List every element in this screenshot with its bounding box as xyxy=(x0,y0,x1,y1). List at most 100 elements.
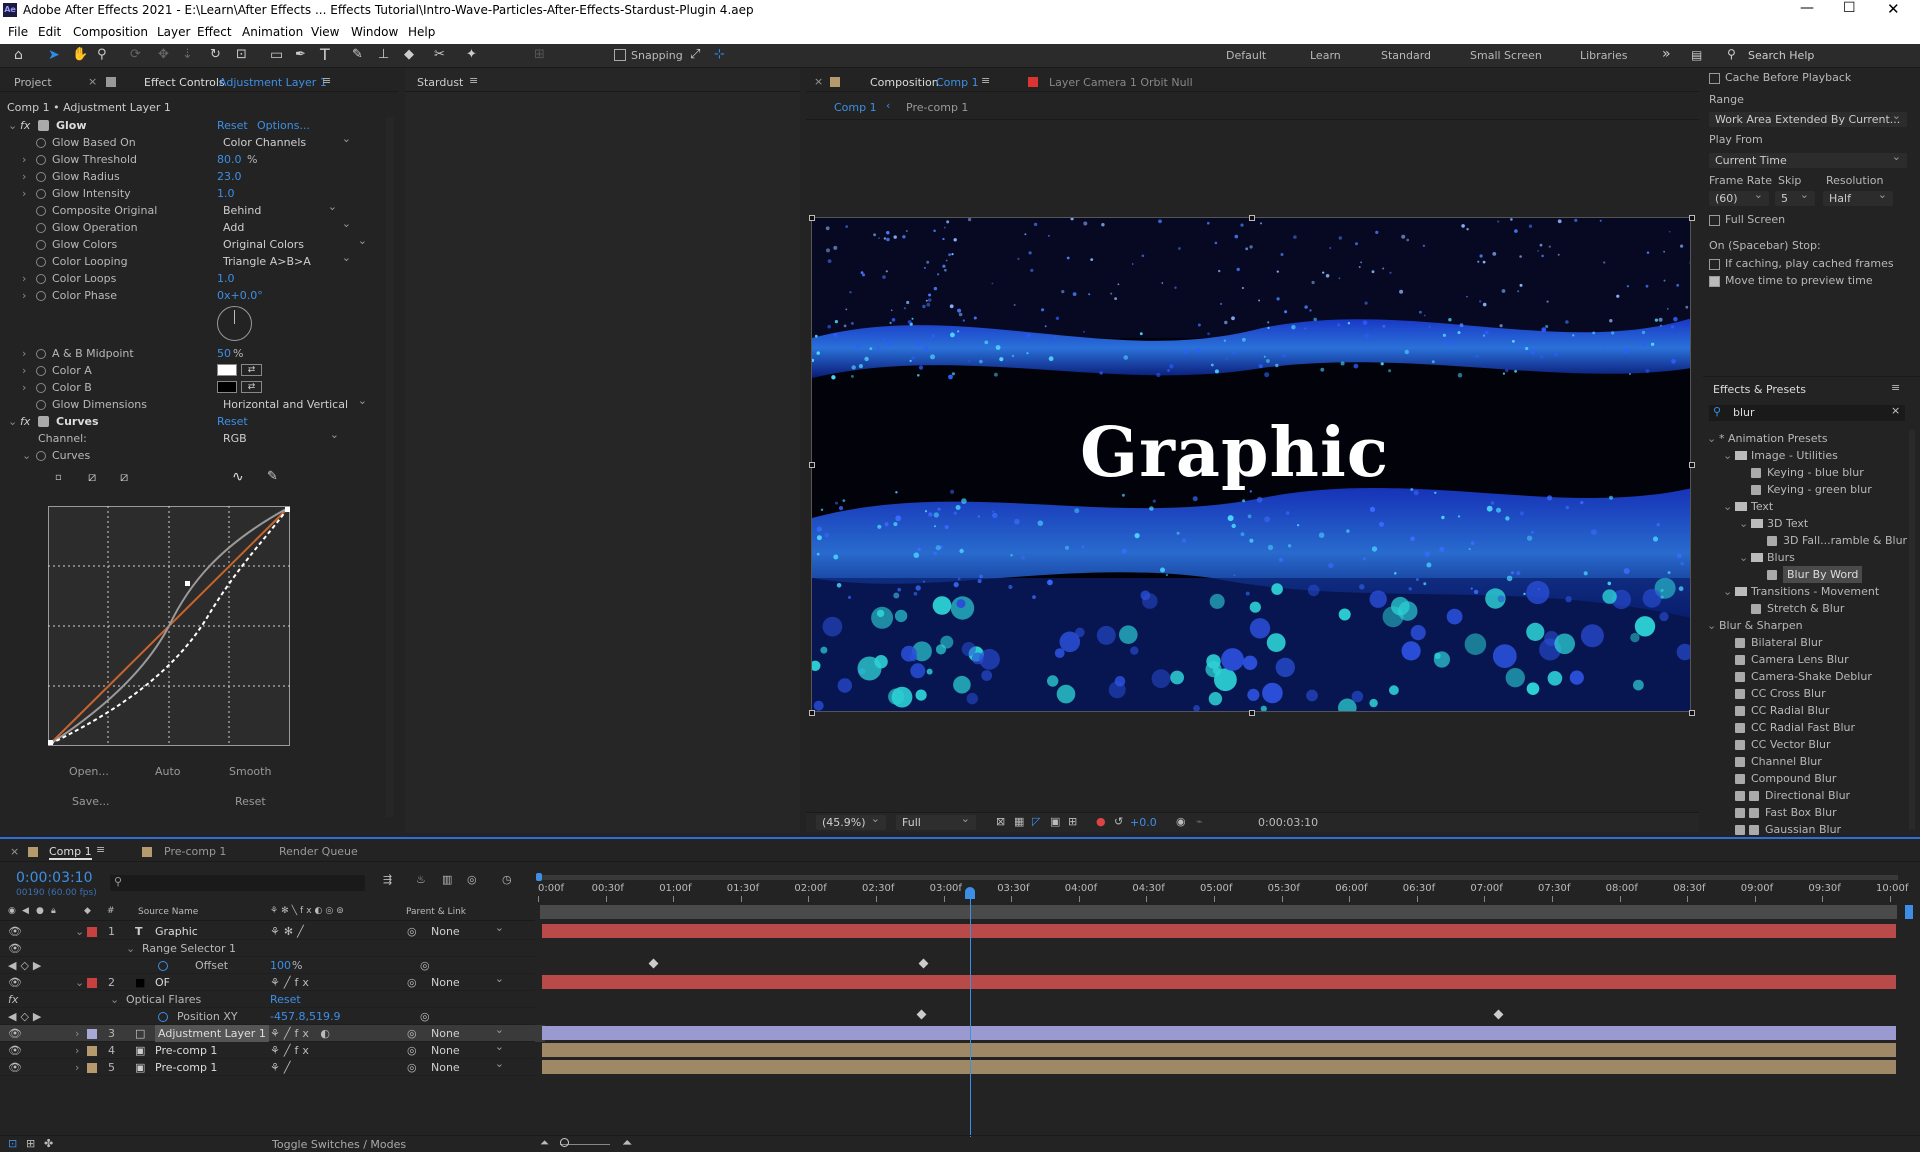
expand-icon[interactable]: ⌄ xyxy=(1739,549,1748,566)
orbit-tool-icon[interactable]: ⟳ xyxy=(130,47,141,62)
rotate-tool-icon[interactable]: ↻ xyxy=(210,47,221,62)
in-out-icon[interactable]: ✤ xyxy=(44,1137,53,1150)
cache-before-playback[interactable]: Cache Before Playback xyxy=(1709,69,1851,86)
effects-tree-item[interactable]: ⌄ Blurs xyxy=(1703,549,1908,566)
parent-link-header[interactable]: Parent & Link xyxy=(406,907,466,917)
pickwhip-icon[interactable]: ◎ xyxy=(407,1025,417,1042)
effect-property-row[interactable]: Composite Original Behind xyxy=(0,199,398,219)
close-icon[interactable]: × xyxy=(88,75,97,88)
glow-reset-button[interactable]: Reset xyxy=(217,117,248,134)
property-row[interactable]: ◀◇▶ Position XY -457.8,519.9 ◎ xyxy=(0,1008,545,1025)
curves-auto-button[interactable]: Auto xyxy=(155,765,181,778)
close-icon[interactable]: ✕ xyxy=(1887,0,1900,18)
label-color-swatch[interactable] xyxy=(87,978,97,988)
effect-property-row[interactable]: › Color B ⇄ xyxy=(0,379,398,396)
menu-composition[interactable]: Composition xyxy=(73,25,148,39)
property-dropdown[interactable]: Behind xyxy=(217,199,343,218)
collapse-icon[interactable]: ⌄ xyxy=(8,117,17,134)
time-ruler[interactable]: 0:00f 00:30f 01:00f 01:30f 02:00f 02:30f 03:00… xyxy=(538,883,1908,903)
move-time-option[interactable]: Move time to preview time xyxy=(1709,272,1873,289)
expand-icon[interactable]: › xyxy=(75,1025,79,1042)
frame-blending-icon[interactable]: ◎ xyxy=(467,873,477,886)
property-dropdown[interactable]: Triangle A>B>A xyxy=(217,250,357,269)
visibility-eye-icon[interactable]: 👁︎ xyxy=(8,974,22,991)
effects-tree-item[interactable]: Blur By Word xyxy=(1703,566,1908,583)
layer-row[interactable]: 👁︎ › 3 □ Adjustment Layer 1 ⚘╱fx ◐ ◎ None xyxy=(0,1022,545,1042)
snapshot-icon[interactable]: ⊠ xyxy=(996,815,1005,828)
checkbox[interactable] xyxy=(1709,258,1720,270)
stopwatch-icon[interactable] xyxy=(36,189,46,199)
clear-search-icon[interactable]: × xyxy=(1891,404,1900,417)
transform-handle[interactable] xyxy=(1689,710,1695,716)
fx-icon[interactable]: fx xyxy=(20,413,30,430)
tab-composition-comp[interactable]: Comp 1 xyxy=(936,76,979,89)
effects-tree-item[interactable]: Channel Blur xyxy=(1703,753,1908,770)
video-toggle-icon[interactable]: ◉ xyxy=(8,906,16,916)
grid-guides-icon[interactable]: ⊞ xyxy=(1068,815,1077,828)
current-time-display[interactable]: 0:00:03:10 xyxy=(1258,816,1318,829)
layer-switches-icon[interactable]: ⊡ xyxy=(8,1137,17,1150)
curve-pencil-icon[interactable]: ✎ xyxy=(267,469,278,484)
keyframe-marker[interactable] xyxy=(916,1009,927,1020)
effects-tree-item[interactable]: Directional Blur xyxy=(1703,787,1908,804)
anchor-tool-icon[interactable]: ⊡ xyxy=(236,47,247,62)
zoom-in-icon[interactable]: ⏶ xyxy=(622,1136,632,1151)
curve-bezier-icon[interactable]: ∿ xyxy=(232,469,244,485)
roto-tool-icon[interactable]: ✂ xyxy=(434,47,445,62)
visibility-eye-icon[interactable]: 👁︎ xyxy=(8,1042,22,1059)
pickwhip-icon[interactable]: ◎ xyxy=(407,923,417,940)
panel-toggle-icon[interactable]: ▤ xyxy=(1691,48,1702,62)
source-name-header[interactable]: Source Name xyxy=(138,907,198,917)
comp-mini-flowchart-icon[interactable]: ⇶ xyxy=(383,873,392,886)
motion-blur-icon[interactable]: ◷ xyxy=(502,873,512,886)
property-dropdown[interactable]: Horizontal and Vertical xyxy=(217,393,373,412)
menu-effect[interactable]: Effect xyxy=(197,25,232,39)
stopwatch-icon[interactable] xyxy=(36,274,46,284)
effects-tree-item[interactable]: Fast Box Blur xyxy=(1703,804,1908,821)
ep-search-field[interactable]: ⚲ blur × xyxy=(1709,404,1905,421)
stopwatch-icon[interactable] xyxy=(36,206,46,216)
lock-toggle-icon[interactable]: 🔒︎ xyxy=(51,906,56,916)
home-icon[interactable]: ⌂ xyxy=(14,47,23,63)
effects-tree-item[interactable]: ⌄ Blur & Sharpen xyxy=(1703,617,1908,634)
fx-icon[interactable]: fx xyxy=(20,117,30,134)
effects-tree-item[interactable]: Bilateral Blur xyxy=(1703,634,1908,651)
breadcrumb-precomp[interactable]: Pre-comp 1 xyxy=(906,101,968,114)
effects-tree-item[interactable]: ⌄ Image - Utilities xyxy=(1703,447,1908,464)
color-phase-dial[interactable] xyxy=(217,306,252,341)
draft-3d-icon[interactable]: ♨ xyxy=(416,873,426,886)
expand-icon[interactable]: › xyxy=(75,1059,79,1076)
stopwatch-icon[interactable] xyxy=(36,291,46,301)
curves-reset-button-2[interactable]: Reset xyxy=(235,795,266,808)
panel-menu-icon[interactable]: ≡ xyxy=(1891,381,1900,394)
stopwatch-icon[interactable] xyxy=(36,172,46,182)
property-value[interactable]: 0x+0.0° xyxy=(217,287,263,304)
snap-edges-icon[interactable]: ⊹ xyxy=(714,47,725,62)
effect-property-row[interactable]: Glow Dimensions Horizontal and Vertical xyxy=(0,393,398,413)
transform-handle[interactable] xyxy=(809,710,815,716)
property-row[interactable]: ◀◇▶ Offset 100% ◎ xyxy=(0,957,545,974)
menu-layer[interactable]: Layer xyxy=(157,25,190,39)
tab-composition[interactable]: Composition xyxy=(870,76,939,89)
expand-icon[interactable]: › xyxy=(75,1042,79,1059)
expand-icon[interactable]: ⌄ xyxy=(110,991,119,1008)
stopwatch-icon[interactable] xyxy=(36,383,46,393)
puppet-tool-icon[interactable]: ✦ xyxy=(466,47,477,62)
menu-animation[interactable]: Animation xyxy=(242,25,303,39)
channel-dropdown[interactable]: RGB xyxy=(217,427,345,446)
menu-help[interactable]: Help xyxy=(408,25,435,39)
expand-icon[interactable]: › xyxy=(22,287,26,304)
maximize-icon[interactable]: ☐ xyxy=(1843,0,1856,16)
layer-switches[interactable]: ⚘╱ xyxy=(270,1059,294,1076)
property-row[interactable]: fx ⌄ Optical Flares Reset xyxy=(0,991,545,1008)
stopwatch-icon[interactable] xyxy=(36,155,46,165)
label-color-swatch[interactable] xyxy=(87,927,97,937)
property-value[interactable]: 50 xyxy=(217,345,231,362)
solo-toggle-icon[interactable]: ● xyxy=(36,906,44,916)
expand-icon[interactable]: › xyxy=(22,345,26,362)
visibility-eye-icon[interactable]: 👁︎ xyxy=(8,1059,22,1076)
zoom-out-icon[interactable]: ⏶ xyxy=(540,1136,549,1150)
effects-tree-item[interactable]: Keying - blue blur xyxy=(1703,464,1908,481)
visibility-eye-icon[interactable]: 👁︎ xyxy=(8,923,22,940)
pen-tool-icon[interactable]: ✒ xyxy=(295,47,306,62)
